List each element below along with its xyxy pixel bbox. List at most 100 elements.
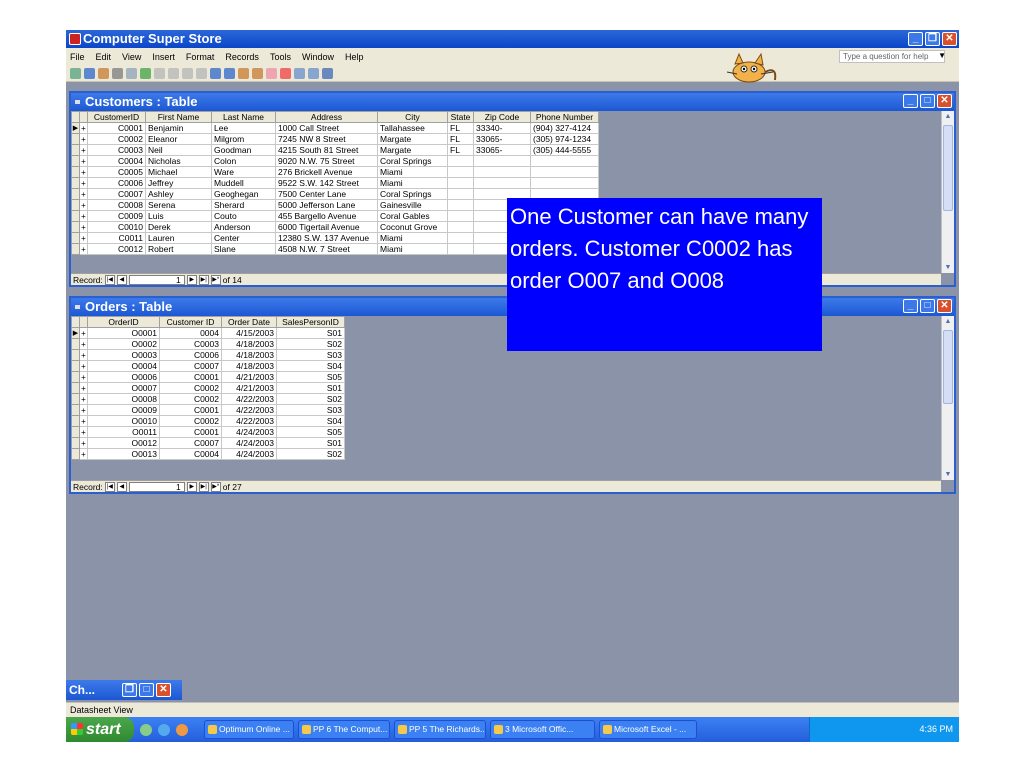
- table-cell[interactable]: C0003: [159, 338, 222, 350]
- table-cell[interactable]: O0009: [87, 404, 160, 416]
- menu-help[interactable]: Help: [345, 52, 364, 62]
- table-cell[interactable]: Miami: [377, 166, 448, 178]
- table-cell[interactable]: 4/18/2003: [221, 349, 277, 361]
- table-cell[interactable]: [447, 221, 474, 233]
- menu-edit[interactable]: Edit: [96, 52, 112, 62]
- row-selector[interactable]: [71, 382, 80, 394]
- table-cell[interactable]: Goodman: [211, 144, 276, 156]
- table-cell[interactable]: O0004: [87, 360, 160, 372]
- first-record-button[interactable]: |◀: [104, 274, 115, 285]
- table-cell[interactable]: 33065-: [473, 133, 531, 145]
- row-selector[interactable]: [71, 232, 80, 244]
- table-cell[interactable]: Sherard: [211, 199, 276, 211]
- table-cell[interactable]: C0007: [159, 437, 222, 449]
- minimize-button[interactable]: _: [908, 32, 923, 46]
- menu-file[interactable]: File: [70, 52, 85, 62]
- table-cell[interactable]: 4/22/2003: [221, 415, 277, 427]
- expand-subdatasheet-icon[interactable]: +: [79, 221, 88, 233]
- col-header[interactable]: City: [377, 111, 448, 123]
- table-cell[interactable]: Benjamin: [145, 122, 212, 134]
- table-cell[interactable]: C0002: [159, 393, 222, 405]
- table-cell[interactable]: O0012: [87, 437, 160, 449]
- table-row[interactable]: + C0005 Michael Ware 276 Brickell Avenue Miam…: [71, 166, 599, 178]
- table-cell[interactable]: C0008: [87, 199, 146, 211]
- table-cell[interactable]: C0011: [87, 232, 146, 244]
- table-cell[interactable]: S02: [276, 393, 345, 405]
- last-record-button[interactable]: ▶|: [198, 481, 209, 492]
- table-cell[interactable]: C0010: [87, 221, 146, 233]
- table-cell[interactable]: 276 Brickell Avenue: [275, 166, 378, 178]
- expand-subdatasheet-icon[interactable]: +: [79, 404, 88, 416]
- table-cell[interactable]: Margate: [377, 144, 448, 156]
- table-cell[interactable]: 7245 NW 8 Street: [275, 133, 378, 145]
- table-cell[interactable]: 5000 Jefferson Lane: [275, 199, 378, 211]
- table-cell[interactable]: 4215 South 81 Street: [275, 144, 378, 156]
- table-cell[interactable]: Miami: [377, 232, 448, 244]
- col-header[interactable]: First Name: [145, 111, 212, 123]
- table-cell[interactable]: Colon: [211, 155, 276, 167]
- table-cell[interactable]: FL: [447, 133, 474, 145]
- help-search-input[interactable]: Type a question for help: [839, 50, 945, 63]
- new-record-button[interactable]: ▶*: [210, 481, 221, 492]
- col-header[interactable]: CustomerID: [87, 111, 146, 123]
- table-cell[interactable]: C0006: [87, 177, 146, 189]
- undo-icon[interactable]: [196, 67, 207, 79]
- table-cell[interactable]: S05: [276, 371, 345, 383]
- database-window-icon[interactable]: [294, 67, 305, 79]
- table-row[interactable]: + C0002 Eleanor Milgrom 7245 NW 8 Street Marg…: [71, 133, 599, 145]
- row-selector[interactable]: ▶: [71, 327, 80, 339]
- row-selector[interactable]: [71, 448, 80, 460]
- help-icon[interactable]: [322, 67, 333, 79]
- row-selector[interactable]: ▶: [71, 122, 80, 134]
- restore-button[interactable]: ❐: [122, 683, 137, 697]
- orders-maximize-button[interactable]: □: [920, 299, 935, 313]
- table-cell[interactable]: Gainesville: [377, 199, 448, 211]
- table-cell[interactable]: 4/18/2003: [221, 338, 277, 350]
- expand-subdatasheet-icon[interactable]: +: [79, 210, 88, 222]
- table-cell[interactable]: O0006: [87, 371, 160, 383]
- table-row[interactable]: + C0004 Nicholas Colon 9020 N.W. 75 Street Co…: [71, 155, 599, 167]
- table-cell[interactable]: Lee: [211, 122, 276, 134]
- table-cell[interactable]: (305) 974-1234: [530, 133, 599, 145]
- table-cell[interactable]: [447, 199, 474, 211]
- row-selector[interactable]: [71, 349, 80, 361]
- new-record-icon[interactable]: [266, 67, 277, 79]
- table-cell[interactable]: O0003: [87, 349, 160, 361]
- table-row[interactable]: + C0006 Jeffrey Muddell 9522 S.W. 142 Street…: [71, 177, 599, 189]
- table-cell[interactable]: Ashley: [145, 188, 212, 200]
- table-cell[interactable]: 4/15/2003: [221, 327, 277, 339]
- row-selector[interactable]: [71, 199, 80, 211]
- expand-subdatasheet-icon[interactable]: +: [79, 166, 88, 178]
- table-cell[interactable]: C0002: [159, 415, 222, 427]
- taskbar-item[interactable]: PP 5 The Richards...: [394, 720, 486, 739]
- table-cell[interactable]: Coral Springs: [377, 188, 448, 200]
- table-cell[interactable]: C0003: [87, 144, 146, 156]
- customers-vertical-scrollbar[interactable]: ▲ ▼: [941, 111, 954, 273]
- spelling-icon[interactable]: [140, 67, 151, 79]
- expand-subdatasheet-icon[interactable]: +: [79, 122, 88, 134]
- table-cell[interactable]: 4/22/2003: [221, 404, 277, 416]
- row-selector[interactable]: [71, 338, 80, 350]
- orders-vertical-scrollbar[interactable]: ▲ ▼: [941, 316, 954, 480]
- table-cell[interactable]: 7500 Center Lane: [275, 188, 378, 200]
- row-selector[interactable]: [71, 360, 80, 372]
- table-cell[interactable]: Miami: [377, 177, 448, 189]
- expand-subdatasheet-icon[interactable]: +: [79, 437, 88, 449]
- col-header[interactable]: State: [447, 111, 474, 123]
- table-cell[interactable]: S04: [276, 415, 345, 427]
- table-cell[interactable]: [473, 166, 531, 178]
- table-cell[interactable]: S03: [276, 404, 345, 416]
- quicklaunch-icon[interactable]: [140, 723, 152, 736]
- table-cell[interactable]: [473, 155, 531, 167]
- table-row[interactable]: + O0004 C0007 4/18/2003 S04: [71, 360, 345, 372]
- menu-records[interactable]: Records: [225, 52, 259, 62]
- row-selector[interactable]: [71, 437, 80, 449]
- table-cell[interactable]: [447, 155, 474, 167]
- table-row[interactable]: ▶ + C0001 Benjamin Lee 1000 Call Street Tallah…: [71, 122, 599, 134]
- row-selector[interactable]: [71, 415, 80, 427]
- table-row[interactable]: + O0002 C0003 4/18/2003 S02: [71, 338, 345, 350]
- table-cell[interactable]: 4/22/2003: [221, 393, 277, 405]
- table-cell[interactable]: Muddell: [211, 177, 276, 189]
- row-selector[interactable]: [71, 155, 80, 167]
- expand-subdatasheet-icon[interactable]: +: [79, 327, 88, 339]
